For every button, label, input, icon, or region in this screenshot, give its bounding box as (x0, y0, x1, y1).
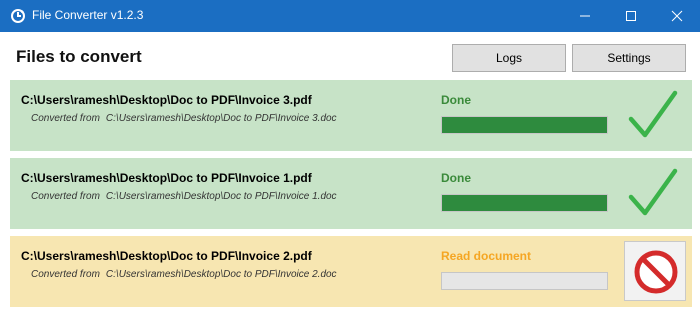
file-converter-icon (10, 8, 26, 24)
progress-fill (442, 195, 607, 211)
minimize-button[interactable] (562, 0, 608, 32)
converted-from-label: Converted from (31, 269, 100, 280)
file-row: C:\Users\ramesh\Desktop\Doc to PDF\Invoi… (10, 158, 692, 229)
file-row: C:\Users\ramesh\Desktop\Doc to PDF\Invoi… (10, 80, 692, 151)
file-row: C:\Users\ramesh\Desktop\Doc to PDF\Invoi… (10, 236, 692, 307)
status-text: Done (441, 171, 471, 185)
minimize-icon (580, 15, 590, 17)
output-file-path: C:\Users\ramesh\Desktop\Doc to PDF\Invoi… (21, 249, 312, 263)
close-button[interactable] (654, 0, 700, 32)
output-file-path: C:\Users\ramesh\Desktop\Doc to PDF\Invoi… (21, 171, 312, 185)
source-info: Converted from C:\Users\ramesh\Desktop\Do… (31, 191, 337, 202)
source-file-path: C:\Users\ramesh\Desktop\Doc to PDF\Invoi… (105, 269, 337, 280)
checkmark-icon (628, 90, 678, 138)
maximize-button[interactable] (608, 0, 654, 32)
status-text: Read document (441, 249, 532, 263)
checkmark-icon (628, 168, 678, 216)
output-file-path: C:\Users\ramesh\Desktop\Doc to PDF\Invoi… (21, 93, 312, 107)
cancel-button[interactable] (624, 241, 686, 301)
source-info: Converted from C:\Users\ramesh\Desktop\Do… (31, 269, 337, 280)
source-file-path: C:\Users\ramesh\Desktop\Doc to PDF\Invoi… (105, 113, 337, 124)
progress-fill (442, 117, 607, 133)
source-info: Converted from C:\Users\ramesh\Desktop\Do… (31, 113, 337, 124)
source-file-path: C:\Users\ramesh\Desktop\Doc to PDF\Invoi… (105, 191, 337, 202)
close-icon (671, 10, 683, 22)
settings-button[interactable]: Settings (572, 44, 686, 72)
progress-bar (441, 272, 608, 290)
title-bar: File Converter v1.2.3 (0, 0, 700, 32)
page-title: Files to convert (16, 47, 142, 66)
converted-from-label: Converted from (31, 191, 100, 202)
converted-from-label: Converted from (31, 113, 100, 124)
logs-button[interactable]: Logs (452, 44, 566, 72)
progress-bar (441, 194, 608, 212)
maximize-icon (626, 11, 636, 21)
status-text: Done (441, 93, 471, 107)
window-title: File Converter v1.2.3 (32, 8, 144, 22)
cancel-icon (634, 250, 678, 294)
progress-bar (441, 116, 608, 134)
